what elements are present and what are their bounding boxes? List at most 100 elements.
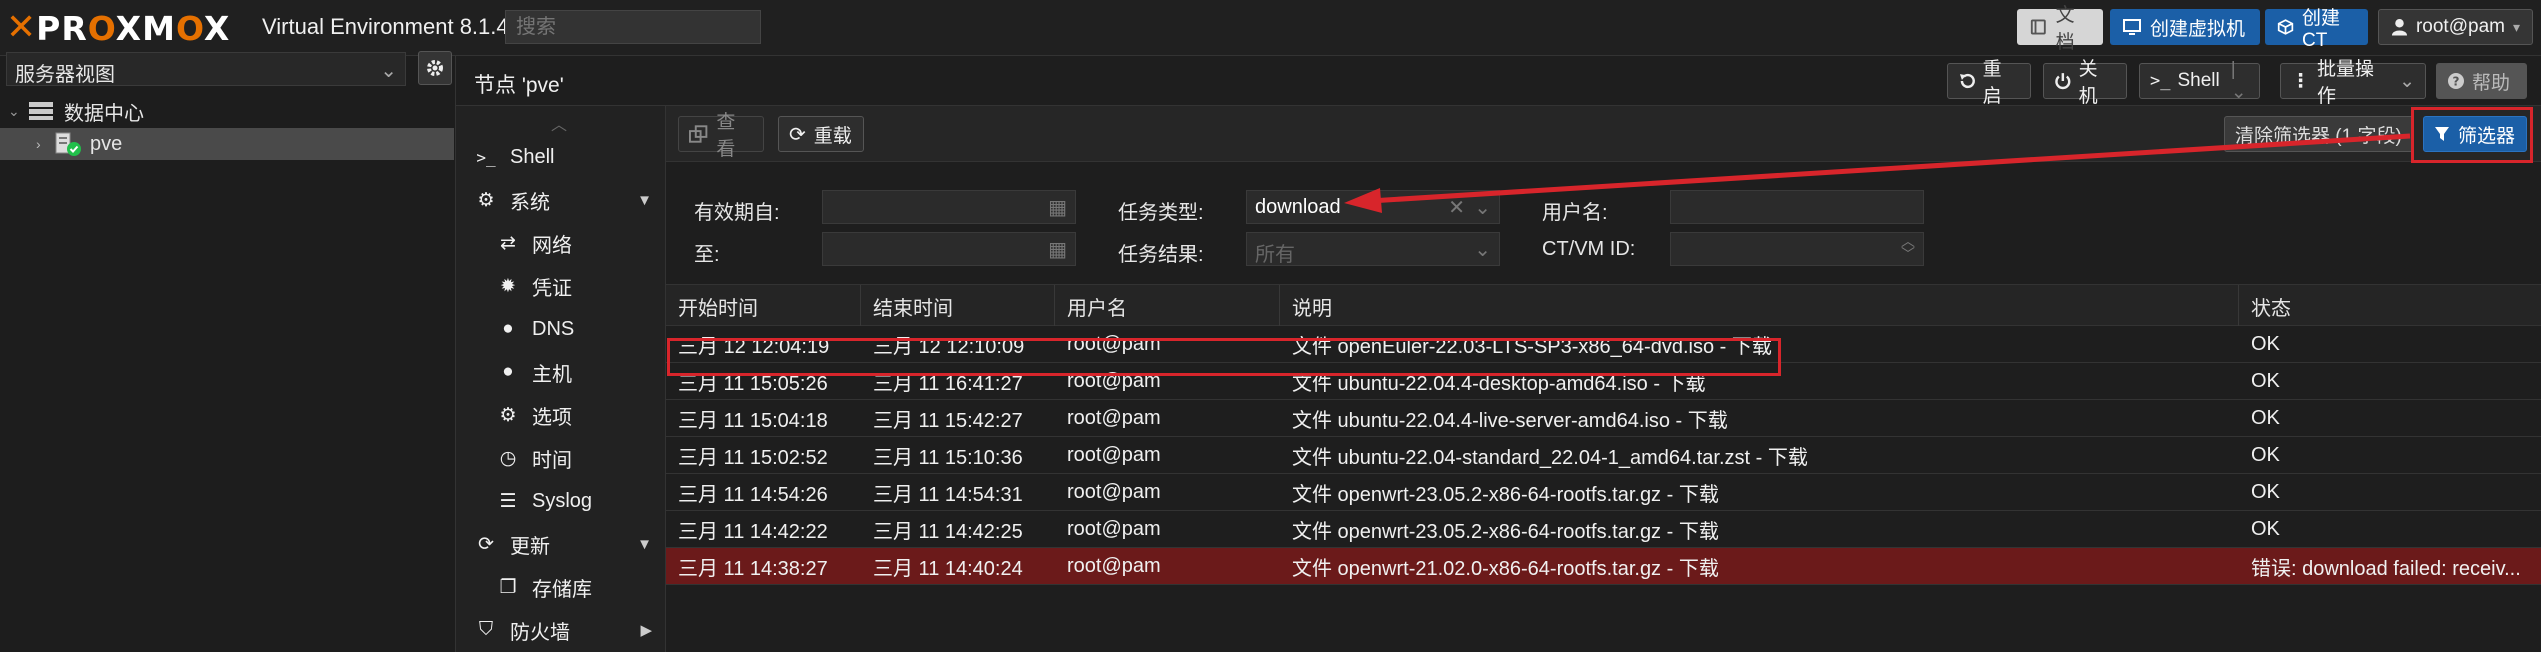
nav-item-firewall[interactable]: ⛉ 防火墙 ▶: [456, 609, 666, 651]
cell-status: OK: [2251, 481, 2280, 503]
cell-start: 三月 12 12:04:19: [678, 336, 830, 358]
calendar-icon[interactable]: ▦: [1048, 237, 1067, 262]
cell-start: 三月 11 15:02:52: [678, 447, 828, 469]
nav-item-network[interactable]: ⇄ 网络: [456, 222, 666, 264]
certificate-icon: ✹: [500, 275, 516, 297]
tree-item-pve[interactable]: › pve: [0, 128, 454, 160]
view-task-button[interactable]: 查看: [678, 112, 764, 160]
cell-end: 三月 11 14:42:25: [873, 521, 1023, 543]
question-circle-icon: ?: [2448, 73, 2464, 89]
cell-user: root@pam: [1067, 518, 1161, 540]
cell-end: 三月 11 16:41:27: [873, 373, 1023, 395]
tree-settings-button[interactable]: [418, 51, 452, 85]
cube-icon: [2277, 19, 2294, 35]
nav-item-repositories[interactable]: ❐ 存储库: [456, 566, 666, 608]
tree-item-datacenter[interactable]: ⌄ 数据中心: [0, 96, 456, 126]
gear-icon: ⚙: [499, 404, 517, 426]
cell-description: 文件 openwrt-21.02.0-x86-64-rootfs.tar.gz …: [1292, 558, 1719, 580]
cell-user: root@pam: [1067, 333, 1161, 355]
cell-description: 文件 openwrt-23.05.2-x86-64-rootfs.tar.gz …: [1292, 521, 1719, 543]
create-vm-button[interactable]: 创建虚拟机: [2110, 9, 2260, 45]
chevron-right-icon[interactable]: ›: [36, 136, 54, 152]
cell-end: 三月 11 15:10:36: [873, 447, 1023, 469]
table-row[interactable]: 三月 11 15:04:18 三月 11 15:42:27 root@pam 文…: [666, 400, 2541, 437]
nav-item-syslog[interactable]: ☰ Syslog: [456, 480, 666, 522]
page-title: 节点 'pve': [474, 74, 564, 97]
reboot-button[interactable]: 重启: [1947, 59, 2031, 107]
user-filter-input[interactable]: [1670, 190, 1924, 224]
user-icon: [2391, 18, 2408, 36]
bulk-actions-button[interactable]: ⋮ 批量操作 ⌄: [2280, 59, 2426, 107]
clear-icon[interactable]: ✕: [1448, 195, 1465, 220]
until-date-field[interactable]: ▦: [822, 232, 1076, 266]
terminal-icon: >_: [2150, 71, 2171, 91]
since-date-field[interactable]: ▦: [822, 190, 1076, 224]
chevron-down-icon[interactable]: | ⌄: [2231, 59, 2249, 104]
shutdown-button[interactable]: 关机: [2043, 59, 2127, 107]
vmid-filter-input[interactable]: ︿ ﹀: [1670, 232, 1924, 266]
table-row[interactable]: 三月 11 15:02:52 三月 11 15:10:36 root@pam 文…: [666, 437, 2541, 474]
refresh-icon: ⟳: [789, 123, 806, 146]
nav-item-certificates[interactable]: ✹ 凭证: [456, 265, 666, 307]
task-toolbar: 查看 ⟳ 重载 清除筛选器 (1 字段) 筛选器: [666, 106, 2541, 162]
desktop-icon: [2123, 19, 2141, 35]
task-result-select[interactable]: 所有 ⌄: [1246, 232, 1500, 266]
resource-tree-panel: 服务器视图 ⌄ ⌄ 数据中心 › pve: [0, 51, 456, 652]
nav-item-time[interactable]: ◷ 时间: [456, 437, 666, 479]
chevron-down-icon[interactable]: ▼: [637, 192, 652, 209]
view-selector[interactable]: 服务器视图 ⌄: [6, 52, 406, 86]
cell-start: 三月 11 14:42:22: [678, 521, 828, 543]
expand-collapse-icon[interactable]: ⌄: [8, 103, 26, 120]
table-row[interactable]: 三月 11 15:05:26 三月 11 16:41:27 root@pam 文…: [666, 363, 2541, 400]
column-header-description[interactable]: 说明: [1280, 285, 2239, 327]
create-ct-button[interactable]: 创建CT: [2265, 8, 2368, 51]
chevron-down-icon[interactable]: ⌄: [1474, 237, 1491, 262]
calendar-icon[interactable]: ▦: [1048, 195, 1067, 220]
window-restore-icon: [689, 125, 708, 143]
cell-start: 三月 11 14:54:26: [678, 484, 828, 506]
since-label: 有效期自:: [694, 202, 780, 224]
scroll-up-icon[interactable]: ︿: [551, 111, 567, 135]
user-menu-button[interactable]: root@pam ▾: [2378, 9, 2533, 45]
task-type-select[interactable]: download ✕ ⌄: [1246, 190, 1500, 224]
chevron-down-icon: ▾: [2512, 18, 2520, 35]
cell-description: 文件 openEuler-22.03-LTS-SP3-x86_64-dvd.is…: [1292, 336, 1772, 358]
column-header-user[interactable]: 用户名: [1055, 285, 1280, 327]
shell-button[interactable]: >_ Shell | ⌄: [2139, 59, 2260, 103]
server-rack-icon: [29, 102, 53, 120]
search-input[interactable]: [505, 10, 761, 44]
column-header-start[interactable]: 开始时间: [666, 285, 861, 327]
node-header: 节点 'pve' 重启 关机 >_ Shell | ⌄ ⋮ 批量操作 ⌄ ? 帮…: [456, 56, 2541, 107]
cell-description: 文件 openwrt-23.05.2-x86-64-rootfs.tar.gz …: [1292, 484, 1719, 506]
column-header-status[interactable]: 状态: [2239, 285, 2541, 327]
docs-button[interactable]: 文档: [2017, 5, 2103, 53]
cell-user: root@pam: [1067, 481, 1161, 503]
chevron-down-icon[interactable]: ▼: [637, 536, 652, 553]
nav-item-shell[interactable]: >_ Shell: [456, 136, 666, 178]
table-row[interactable]: 三月 12 12:04:19 三月 12 12:10:09 root@pam 文…: [666, 326, 2541, 363]
column-header-end[interactable]: 结束时间: [861, 285, 1055, 327]
files-icon: ❐: [499, 576, 517, 598]
ellipsis-vertical-icon: ⋮: [2291, 70, 2310, 92]
filter-toggle-button[interactable]: 筛选器: [2423, 116, 2527, 152]
reload-button[interactable]: ⟳ 重载: [778, 116, 864, 152]
task-history-panel: 查看 ⟳ 重载 清除筛选器 (1 字段) 筛选器 有效期自: ▦ 至: ▦ 任务…: [666, 106, 2541, 652]
chevron-right-icon[interactable]: ▶: [640, 621, 652, 639]
globe-icon: ●: [502, 361, 514, 382]
nav-item-hosts[interactable]: ● 主机: [456, 351, 666, 393]
cell-user: root@pam: [1067, 370, 1161, 392]
nav-item-dns[interactable]: ● DNS: [456, 308, 666, 350]
chevron-down-icon[interactable]: ⌄: [1474, 195, 1491, 220]
grid-header: 开始时间 结束时间 用户名 说明 状态: [666, 284, 2541, 327]
nav-item-system[interactable]: ⚙ 系统 ▼: [456, 179, 666, 221]
table-row[interactable]: 三月 11 14:54:26 三月 11 14:54:31 root@pam 文…: [666, 474, 2541, 511]
spinner-icon[interactable]: ︿ ﹀: [1901, 234, 1915, 261]
nav-item-options[interactable]: ⚙ 选项: [456, 394, 666, 436]
clear-filter-button[interactable]: 清除筛选器 (1 字段): [2224, 116, 2414, 152]
nav-item-updates[interactable]: ⟳ 更新 ▼: [456, 523, 666, 565]
table-row-error[interactable]: 三月 11 14:38:27 三月 11 14:40:24 root@pam 文…: [666, 548, 2541, 585]
globe-icon: ●: [502, 318, 514, 339]
table-row[interactable]: 三月 11 14:42:22 三月 11 14:42:25 root@pam 文…: [666, 511, 2541, 548]
filter-form: 有效期自: ▦ 至: ▦ 任务类型: download ✕ ⌄ 任务结果: 所有…: [666, 162, 2541, 284]
help-button[interactable]: ? 帮助: [2436, 63, 2527, 99]
